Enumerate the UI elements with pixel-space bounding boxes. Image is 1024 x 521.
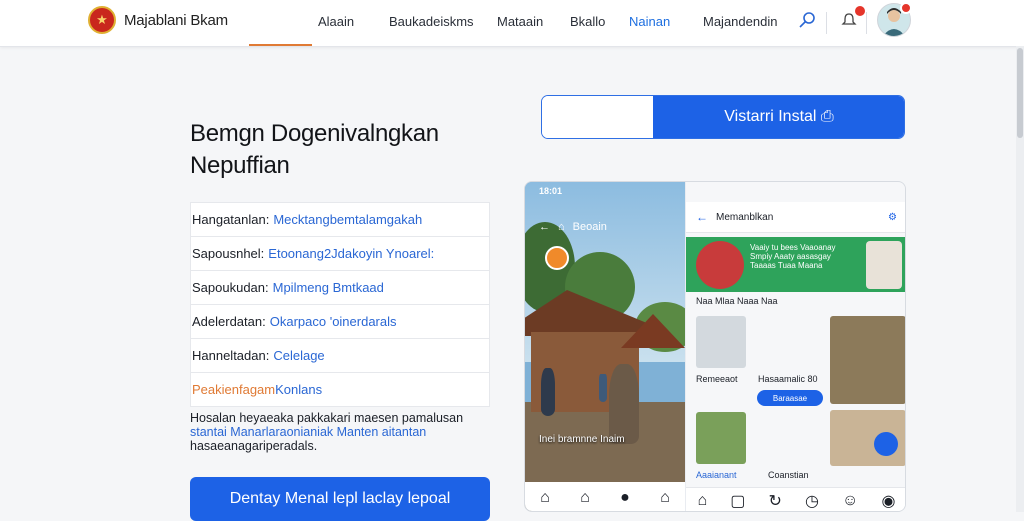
app-info-table: Hangatanlan: Mecktangbemtalamgakah Sapou… [190, 202, 490, 407]
info-key-accent: Peakienfagam [192, 382, 276, 397]
info-value-link[interactable]: Konlans [275, 382, 322, 397]
headline-line-2: Nepuffian [190, 152, 290, 180]
screenshot-right[interactable]: ← Memanblkan ⚙ Vaaiy tu bees Vaaoanay Sm… [686, 182, 905, 511]
left-search-label: Beoain [572, 221, 607, 233]
photo-card[interactable] [830, 316, 905, 404]
home-icon[interactable]: ⌂ [540, 489, 550, 507]
photo-card[interactable] [696, 412, 746, 464]
toolbar-divider [826, 12, 827, 34]
scrollbar-thumb[interactable] [1017, 48, 1023, 138]
notification-badge-icon [855, 6, 865, 16]
info-row: Adelerdatan: Okarpaco 'oinerdarals [190, 304, 490, 338]
info-row: Hanneltadan: Celelage [190, 338, 490, 372]
nav-item-2[interactable]: Baukadeiskms [389, 14, 474, 29]
library-icon[interactable]: ⌂ [580, 489, 590, 507]
info-key: Adelerdatan: [192, 314, 266, 329]
status-time: 18:01 [539, 186, 563, 196]
right-header: ← Memanblkan ⚙ [686, 202, 905, 233]
brand[interactable]: ★ Majablani Bkam [88, 6, 228, 34]
nav-item-5-active[interactable]: Nainan [629, 14, 670, 29]
card-label: Remeeaot [696, 374, 738, 384]
info-value-link[interactable]: Mpilmeng Bmtkaad [273, 280, 384, 295]
notification-bell-icon[interactable] [838, 6, 865, 31]
toolbar-divider [866, 12, 867, 34]
info-row: Sapoukudan: Mpilmeng Bmtkaad [190, 270, 490, 304]
location-pin-icon[interactable] [545, 246, 569, 270]
profile-icon[interactable]: ● [620, 489, 630, 507]
nav-item-1[interactable]: Alaain [318, 14, 354, 29]
back-arrow-icon[interactable]: ← [539, 221, 550, 233]
nav-item-3[interactable]: Mataain [497, 14, 543, 29]
nav-active-underline [249, 44, 312, 46]
top-navigation-bar: ★ Majablani Bkam Alaain Baukadeiskms Mat… [0, 0, 1024, 47]
share-fab-icon[interactable] [874, 432, 898, 456]
right-banner[interactable]: Vaaiy tu bees Vaaoanay Smpiy Aaaty aasas… [686, 237, 905, 292]
description-line: hasaeanagariperadals. [190, 439, 318, 453]
bottom-label: Aaaianant [696, 470, 737, 480]
profile-icon[interactable]: ⌂ [660, 489, 670, 507]
page-headline: Bemgn Dogenivalngkan Nepuffian [190, 118, 500, 182]
app-description: Hosalan heyaeaka pakkakari maesen pamalu… [190, 411, 500, 453]
right-pill-button[interactable]: Baraasae [757, 390, 823, 406]
right-bottom-nav: ⌂ ▢ ↻ ◷ ☺ ◉ [686, 487, 905, 511]
left-bottom-nav: ⌂ ⌂ ● ⌂ [525, 482, 685, 511]
left-caption: Inei bramnne Inaim [539, 434, 625, 445]
banner-portrait [866, 241, 902, 289]
info-key: Sapousnhel: [192, 246, 265, 261]
right-tabs[interactable]: Naa Mlaa Naaa Naa [696, 296, 778, 306]
info-row-accent: Peakienfagam Konlans [190, 372, 490, 407]
scene-person [541, 368, 555, 416]
profile-icon[interactable]: ◉ [881, 491, 895, 511]
info-key: Hanneltadan: [192, 348, 270, 363]
bottom-label: Coanstian [768, 470, 809, 480]
app-screenshots: 18:01 ← ⌂ Beoain Inei bramnne Inaim ⌂ ⌂ … [524, 181, 906, 512]
clock-icon[interactable]: ◷ [805, 491, 819, 511]
description-line: Hosalan heyaeaka pakkakari maesen pamalu… [190, 411, 464, 425]
install-bar: Vistarri Instal ⎙ [541, 95, 905, 139]
back-arrow-icon[interactable]: ← [696, 210, 708, 224]
photo-card[interactable] [696, 316, 746, 368]
banner-text: Vaaiy tu bees Vaaoanay Smpiy Aaaty aasas… [750, 243, 836, 270]
info-row: Hangatanlan: Mecktangbemtalamgakah [190, 202, 490, 236]
install-input[interactable] [542, 96, 657, 138]
left-search-bar[interactable]: ← ⌂ Beoain [539, 216, 675, 238]
headline-line-1: Bemgn Dogenivalngkan [190, 120, 439, 148]
scene-person [599, 374, 607, 402]
smile-icon[interactable]: ☺ [842, 492, 858, 510]
nav-item-6[interactable]: Majandendin [703, 14, 777, 29]
info-key: Hangatanlan: [192, 212, 270, 227]
info-value-link[interactable]: Mecktangbemtalamgakah [273, 212, 422, 227]
lock-icon: ⌂ [558, 221, 565, 233]
right-title: Memanblkan [716, 211, 774, 223]
info-value-link[interactable]: Celelage [273, 348, 324, 363]
avatar-status-dot-icon [900, 2, 912, 14]
info-value-link[interactable]: Okarpaco 'oinerdarals [270, 314, 397, 329]
brand-logo-icon: ★ [88, 6, 116, 34]
nav-item-4[interactable]: Bkallo [570, 14, 605, 29]
install-button[interactable]: Vistarri Instal ⎙ [653, 96, 904, 138]
info-value-link[interactable]: Etoonang2Jdakoyin Ynoarel: [268, 246, 434, 261]
screenshot-left[interactable]: 18:01 ← ⌂ Beoain Inei bramnne Inaim ⌂ ⌂ … [525, 182, 685, 511]
chat-icon[interactable]: ▢ [730, 491, 745, 511]
banner-portrait [696, 241, 744, 289]
settings-icon[interactable]: ⚙ [888, 212, 897, 223]
info-row: Sapousnhel: Etoonang2Jdakoyin Ynoarel: [190, 236, 490, 270]
description-line: stantai Manarlaraonianiak Manten aitanta… [190, 425, 427, 439]
info-key: Sapoukudan: [192, 280, 269, 295]
scene-person [609, 364, 639, 444]
explore-icon[interactable]: ↻ [768, 491, 781, 511]
search-icon[interactable] [796, 9, 818, 31]
card-label: Hasaamalic 80 [758, 374, 818, 384]
brand-name: Majablani Bkam [124, 11, 228, 29]
home-icon[interactable]: ⌂ [698, 492, 708, 510]
cta-button[interactable]: Dentay Menal lepl laclay lepoal [190, 477, 490, 521]
